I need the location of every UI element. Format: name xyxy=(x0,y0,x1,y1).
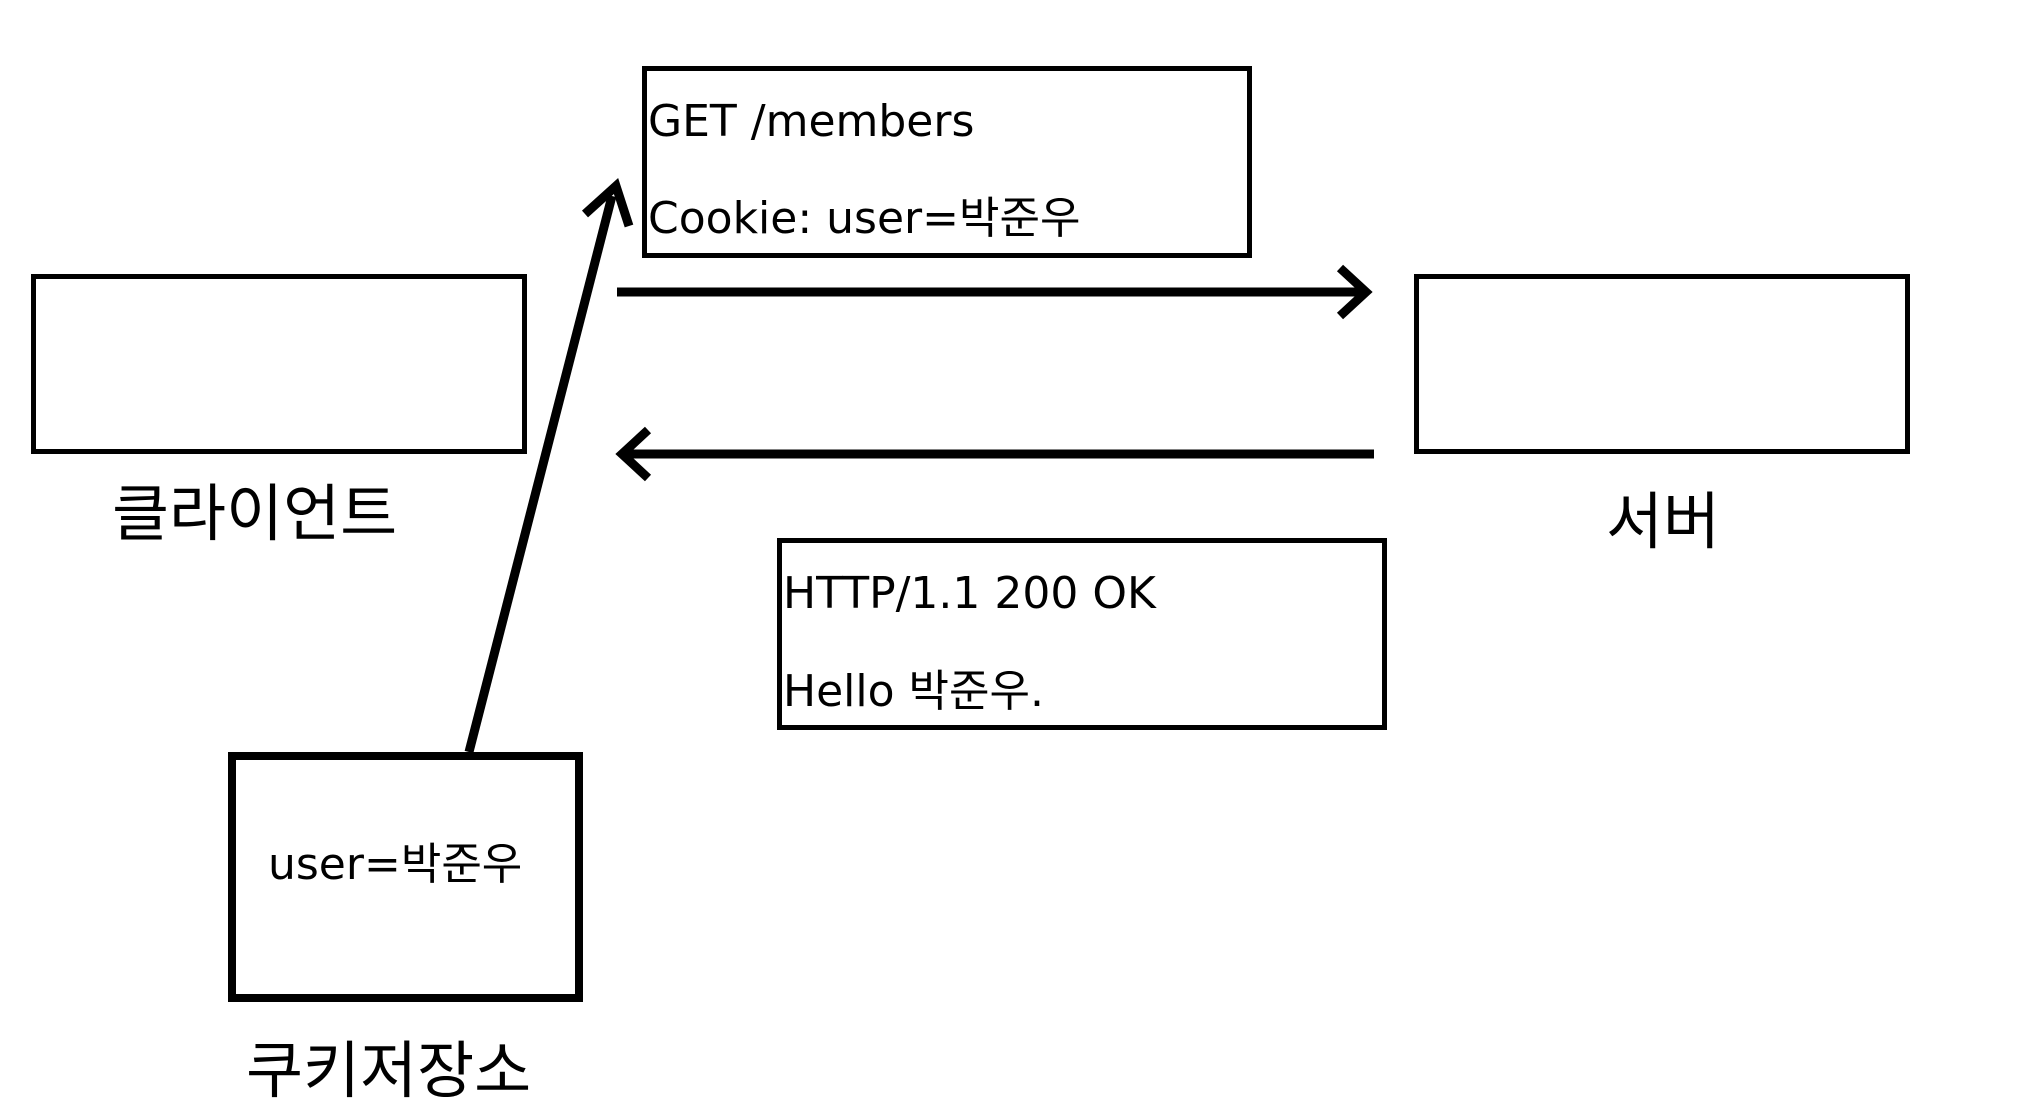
client-label: 클라이언트 xyxy=(112,477,398,550)
server-box xyxy=(1414,274,1910,454)
cookie-to-request-arrow xyxy=(464,178,634,754)
response-status-line: HTTP/1.1 200 OK xyxy=(783,568,1156,619)
response-arrow xyxy=(615,426,1374,482)
request-line: GET /members xyxy=(648,96,975,147)
request-arrow xyxy=(617,264,1373,320)
client-box xyxy=(31,274,527,454)
response-body: Hello 박준우. xyxy=(783,666,1044,717)
cookie-store-label: 쿠키저장소 xyxy=(246,1034,532,1107)
request-cookie-header: Cookie: user=박준우 xyxy=(648,193,1081,244)
cookie-store-content: user=박준우 xyxy=(268,839,523,890)
server-label: 서버 xyxy=(1606,485,1721,558)
